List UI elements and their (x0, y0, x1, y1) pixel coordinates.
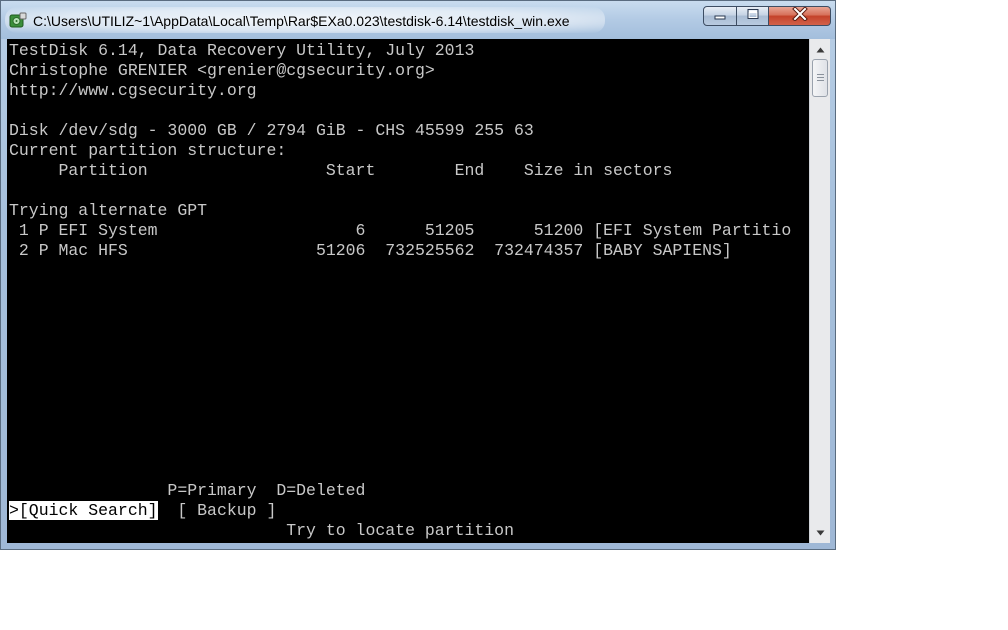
maximize-button[interactable] (737, 6, 769, 26)
scroll-down-button[interactable] (810, 523, 830, 541)
console-output[interactable]: TestDisk 6.14, Data Recovery Utility, Ju… (7, 39, 809, 543)
console-line: TestDisk 6.14, Data Recovery Utility, Ju… (9, 41, 475, 60)
partition-table-header: Partition Start End Size in sectors (9, 161, 673, 180)
testdisk-app-icon[interactable] (9, 12, 27, 30)
close-icon (791, 5, 808, 26)
window-title: C:\Users\UTILIZ~1\AppData\Local\Temp\Rar… (33, 13, 570, 29)
menu-bar: >[Quick Search] [ Backup ] (9, 501, 276, 521)
partition-row: 2 P Mac HFS 51206 732525562 732474357 [B… (9, 241, 732, 260)
vertical-scrollbar[interactable] (809, 39, 830, 543)
minimize-icon (713, 7, 727, 25)
console-window: C:\Users\UTILIZ~1\AppData\Local\Temp\Rar… (0, 0, 836, 550)
title-bar[interactable]: C:\Users\UTILIZ~1\AppData\Local\Temp\Rar… (1, 1, 835, 39)
scroll-down-arrow-icon (816, 523, 825, 541)
close-button[interactable] (769, 5, 831, 26)
partition-row: 1 P EFI System 6 51205 51200 [EFI System… (9, 221, 792, 240)
scroll-up-button[interactable] (810, 40, 830, 58)
maximize-icon (746, 7, 760, 25)
console-line: Christophe GRENIER <grenier@cgsecurity.o… (9, 61, 435, 80)
scroll-thumb[interactable] (812, 59, 828, 97)
minimize-button[interactable] (703, 6, 737, 26)
quick-search-option[interactable]: >[Quick Search] (9, 501, 158, 520)
console-line: Current partition structure: (9, 141, 287, 160)
console-line: http://www.cgsecurity.org (9, 81, 257, 100)
disk-info-line: Disk /dev/sdg - 3000 GB / 2794 GiB - CHS… (9, 121, 534, 140)
scroll-up-arrow-icon (816, 40, 825, 58)
backup-option[interactable]: [ Backup ] (177, 501, 276, 520)
option-hint: Try to locate partition (9, 521, 514, 540)
partition-legend: P=Primary D=Deleted (9, 481, 366, 500)
console-line: Trying alternate GPT (9, 201, 208, 220)
